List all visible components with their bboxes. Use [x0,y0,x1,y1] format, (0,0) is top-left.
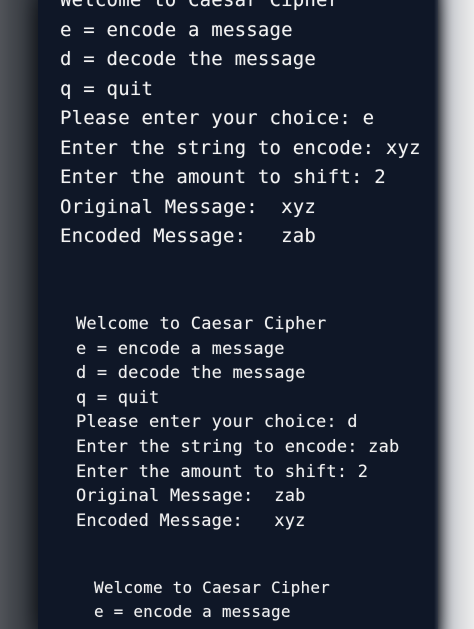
session-output-3: Welcome to Caesar Cipher e = encode a me… [94,576,474,624]
menu-option-encode: e = encode a message [76,338,285,359]
menu-option-quit: q = quit [60,77,154,100]
string-prompt: Enter the string to encode: zab [76,436,400,457]
menu-option-decode: d = decode the message [76,363,306,384]
choice-prompt: Please enter your choice: d [76,412,358,433]
screen-edge-glare [434,0,474,629]
menu-option-quit: q = quit [76,387,160,408]
session-output-2: Welcome to Caesar Cipher e = encode a me… [76,312,474,533]
shift-prompt: Enter the amount to shift: 2 [60,166,386,188]
choice-prompt: Please enter your choice: e [60,107,375,129]
photo-of-monitor: Welcome to Caesar Cipher e = encode a me… [0,0,474,629]
menu-option-encode: e = encode a message [60,18,293,41]
monitor-bezel [0,0,38,629]
encoded-message: Encoded Message: xyz [76,510,306,531]
welcome-title: Welcome to Caesar Cipher [76,314,327,334]
shift-prompt: Enter the amount to shift: 2 [76,461,369,482]
welcome-title: Welcome to Caesar Cipher [94,578,330,597]
original-message: Original Message: xyz [60,195,317,218]
original-message: Original Message: zab [76,486,306,507]
terminal-window[interactable]: Welcome to Caesar Cipher e = encode a me… [38,0,438,629]
welcome-title: Welcome to Caesar Cipher [60,0,340,11]
string-prompt: Enter the string to encode: xyz [60,136,421,159]
menu-option-decode: d = decode the message [60,48,317,70]
menu-option-encode: e = encode a message [94,602,291,621]
encoded-message: Encoded Message: zab [60,225,317,247]
session-output-1: Welcome to Caesar Cipher e = encode a me… [60,0,460,252]
